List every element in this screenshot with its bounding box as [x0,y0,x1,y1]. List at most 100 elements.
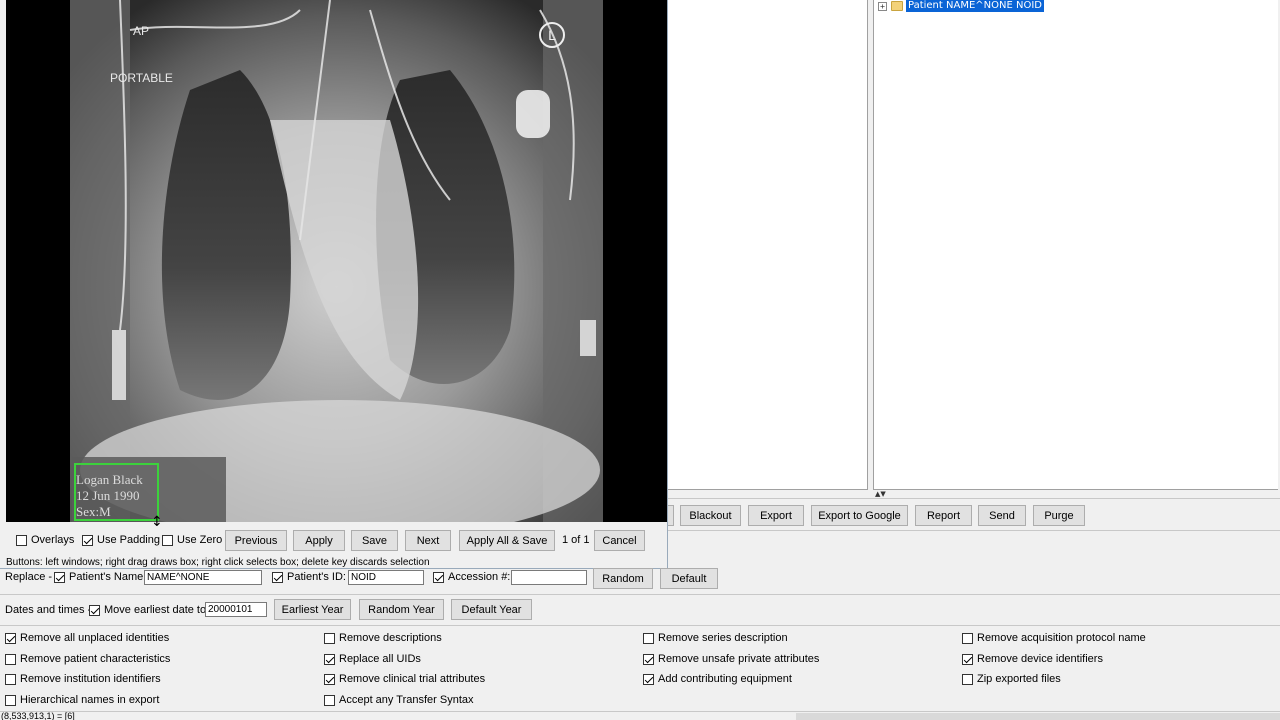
accession-check-icon[interactable] [433,571,444,583]
report-button[interactable]: Report [915,505,972,526]
image-viewer-dialog: AP PORTABLE L Logan Black 12 Jun 1990 Se… [0,0,668,569]
replace-row: Replace - Patient's Name: NAME^NONE Pati… [0,568,1280,590]
use-zero-label: Use Zero [177,534,223,546]
use-padding-check-icon[interactable] [82,534,93,546]
overlays-checkbox[interactable]: Overlays [16,534,74,546]
option-checkbox[interactable]: Zip exported files [962,673,1061,685]
option-check-icon[interactable] [5,632,16,644]
export-to-google-button[interactable]: Export to Google [811,505,908,526]
option-checkbox[interactable]: Remove acquisition protocol name [962,632,1146,644]
option-check-icon[interactable] [643,632,654,644]
option-checkbox[interactable]: Remove clinical trial attributes [324,673,485,685]
option-label: Replace all UIDs [339,653,421,665]
option-checkbox[interactable]: Remove all unplaced identities [5,632,169,644]
default-button[interactable]: Default [660,568,718,589]
option-label: Remove patient characteristics [20,653,171,665]
option-check-icon[interactable] [5,694,16,706]
option-checkbox[interactable]: Hierarchical names in export [5,694,159,706]
send-button[interactable]: Send [978,505,1026,526]
option-checkbox[interactable]: Replace all UIDs [324,653,421,665]
patient-name-label: Patient's Name: [69,571,147,583]
option-check-icon[interactable] [324,694,335,706]
option-checkbox[interactable]: Remove series description [643,632,788,644]
option-checkbox[interactable]: Accept any Transfer Syntax [324,694,474,706]
random-year-button[interactable]: Random Year [359,599,444,620]
previous-button[interactable]: Previous [225,530,287,551]
accession-field[interactable] [511,570,587,585]
option-check-icon[interactable] [962,673,973,685]
page-count: 1 of 1 [562,534,590,546]
patient-id-check-icon[interactable] [272,571,283,583]
option-label: Add contributing equipment [658,673,792,685]
patient-name-check-icon[interactable] [54,571,65,583]
dates-row: Dates and times - Move earliest date to:… [0,594,1280,626]
study-tree-pane[interactable]: + Patient NAME^NONE NOID [873,0,1278,490]
blackout-button[interactable]: Blackout [680,505,741,526]
option-label: Remove descriptions [339,632,442,644]
move-date-label: Move earliest date to: [104,604,210,616]
option-checkbox[interactable]: Remove unsafe private attributes [643,653,819,665]
option-check-icon[interactable] [324,673,335,685]
default-year-button[interactable]: Default Year [451,599,532,620]
use-padding-checkbox[interactable]: Use Padding [82,534,160,546]
option-label: Remove device identifiers [977,653,1103,665]
file-list-pane[interactable] [668,0,868,490]
purge-button[interactable]: Purge [1033,505,1085,526]
save-button[interactable]: Save [351,530,398,551]
tree-node-label[interactable]: Patient NAME^NONE NOID [906,0,1044,12]
option-checkbox[interactable]: Remove institution identifiers [5,673,161,685]
option-label: Remove clinical trial attributes [339,673,486,685]
tree-node-patient[interactable]: + Patient NAME^NONE NOID [878,0,1044,12]
patient-name-field[interactable]: NAME^NONE [144,570,262,585]
overlay-portable-label: PORTABLE [110,71,173,85]
accession-checkbox[interactable]: Accession #: [433,571,510,583]
splitter-arrows-icon[interactable]: ▲▼ [875,490,886,498]
cancel-button[interactable]: Cancel [594,530,645,551]
patient-id-label: Patient's ID: [287,571,346,583]
export-button[interactable]: Export [748,505,804,526]
next-button[interactable]: Next [405,530,451,551]
apply-button[interactable]: Apply [293,530,345,551]
move-date-checkbox[interactable]: Move earliest date to: [89,604,209,616]
phi-name-text: Logan Black [76,472,143,487]
option-checkbox[interactable]: Remove patient characteristics [5,653,170,665]
replace-label: Replace - [5,571,53,583]
patient-id-field[interactable]: NOID [348,570,424,585]
laterality-marker: L [539,22,565,48]
overlay-ap-label: AP [133,24,150,38]
option-label: Remove series description [658,632,788,644]
overlays-label: Overlays [31,534,75,546]
patient-id-checkbox[interactable]: Patient's ID: [272,571,346,583]
option-check-icon[interactable] [324,653,335,665]
option-check-icon[interactable] [962,653,973,665]
option-checkbox[interactable]: Remove device identifiers [962,653,1103,665]
apply-all-save-button[interactable]: Apply All & Save [459,530,555,551]
option-check-icon[interactable] [5,653,16,665]
viewer-toolbar: Overlays Use Padding Use Zero Previous A… [8,528,666,554]
random-button[interactable]: Random [593,568,653,589]
use-zero-checkbox[interactable]: Use Zero [162,534,222,546]
tree-expand-icon[interactable]: + [878,1,887,11]
viewer-help-text: Buttons: left windows; right drag draws … [6,557,430,568]
image-canvas[interactable]: AP PORTABLE L Logan Black 12 Jun 1990 Se… [6,0,667,522]
option-checkbox[interactable]: Add contributing equipment [643,673,792,685]
option-check-icon[interactable] [643,673,654,685]
option-label: Zip exported files [977,673,1061,685]
overlays-check-icon[interactable] [16,534,27,546]
use-zero-check-icon[interactable] [162,534,173,546]
phi-date-text: 12 Jun 1990 [76,488,140,503]
option-check-icon[interactable] [5,673,16,685]
move-date-check-icon[interactable] [89,604,100,616]
earliest-year-button[interactable]: Earliest Year [274,599,351,620]
patient-name-checkbox[interactable]: Patient's Name: [54,571,146,583]
option-label: Remove all unplaced identities [20,632,170,644]
folder-icon [891,1,903,11]
option-label: Remove unsafe private attributes [658,653,820,665]
earliest-date-field[interactable]: 20000101 [205,602,267,617]
option-check-icon[interactable] [324,632,335,644]
option-label: Remove institution identifiers [20,673,161,685]
option-check-icon[interactable] [962,632,973,644]
option-checkbox[interactable]: Remove descriptions [324,632,442,644]
option-check-icon[interactable] [643,653,654,665]
accession-label: Accession #: [448,571,511,583]
